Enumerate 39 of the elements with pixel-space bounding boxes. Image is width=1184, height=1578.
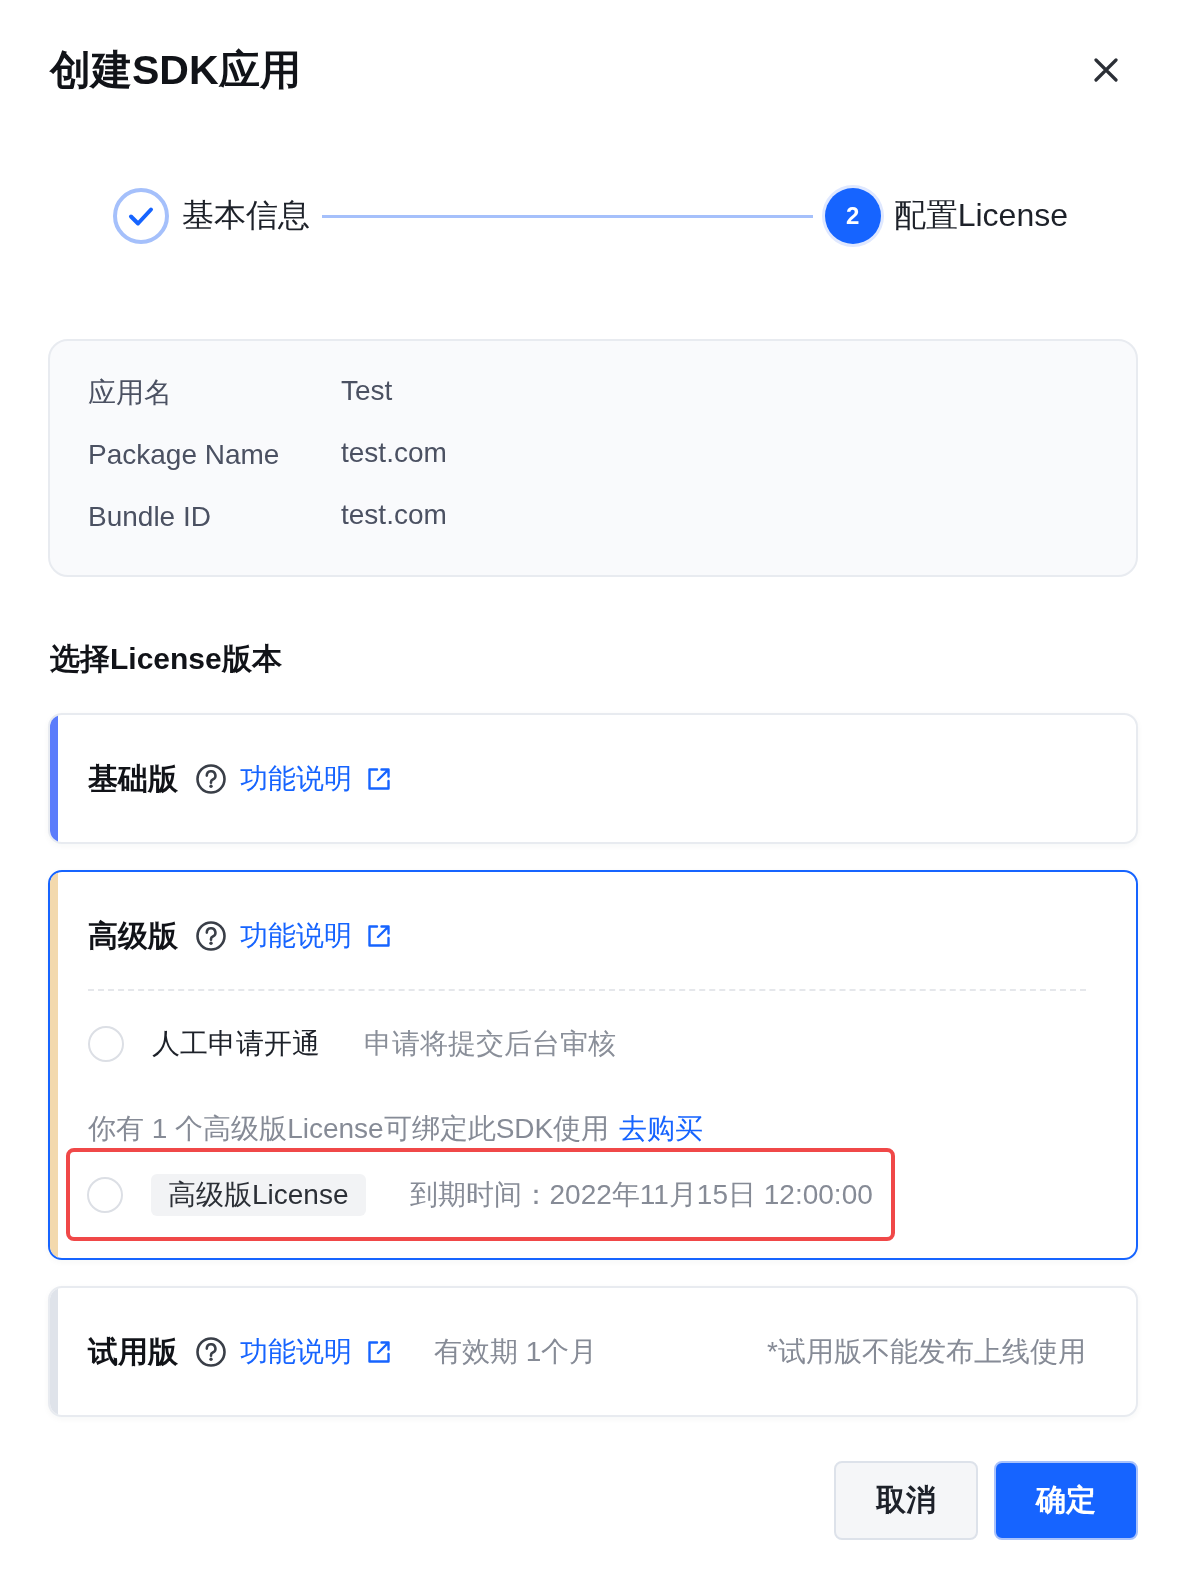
- validity-text: 有效期 1个月: [434, 1335, 598, 1369]
- info-label: Bundle ID: [88, 501, 211, 533]
- option-label: 人工申请开通: [152, 1027, 320, 1061]
- section-title: 选择License版本: [50, 641, 282, 677]
- edition-name: 试用版: [88, 1333, 178, 1370]
- dialog-title: 创建SDK应用: [48, 46, 301, 94]
- info-value: test.com: [341, 498, 447, 531]
- cancel-button[interactable]: 取消: [834, 1461, 978, 1540]
- external-link-icon: [368, 925, 390, 947]
- license-notice: 你有 1 个高级版License可绑定此SDK使用 去购买: [88, 1112, 704, 1146]
- radio-button[interactable]: [88, 1026, 124, 1062]
- expiry-text: 到期时间：2022年11月15日 12:00:00: [409, 1177, 873, 1212]
- edition-name: 高级版: [88, 917, 178, 954]
- edition-card[interactable]: 试用版 功能说明 有效期 1个月 *试用版不能发布上线使用: [48, 1286, 1138, 1417]
- radio-button[interactable]: [87, 1176, 123, 1213]
- step-label: 配置License: [893, 196, 1068, 235]
- option-description: 申请将提交后台审核: [364, 1027, 616, 1061]
- edition-card[interactable]: 基础版 功能说明: [48, 713, 1138, 844]
- info-value: test.com: [341, 436, 447, 469]
- help-icon[interactable]: [196, 921, 226, 951]
- info-label: Package Name: [88, 439, 280, 471]
- edition-card[interactable]: 高级版 功能说明 人工申请开通 申请将提交后台审核 你有 1 个高级版License可绑定此SDK使用 去购买 高级版License 到期时间：2022年11月15日 12:00:00: [48, 870, 1138, 1260]
- step-label: 基本信息: [182, 196, 310, 235]
- info-label: 应用名: [88, 376, 172, 410]
- feature-link[interactable]: 功能说明: [240, 1333, 390, 1371]
- step-number-circle: 2: [824, 188, 881, 244]
- feature-link[interactable]: 功能说明: [240, 917, 390, 955]
- close-button[interactable]: [1094, 58, 1118, 82]
- trial-note: *试用版不能发布上线使用: [767, 1335, 1086, 1369]
- buy-link[interactable]: 去购买: [619, 1113, 704, 1144]
- edition-name: 基础版: [88, 760, 178, 797]
- info-value: Test: [341, 374, 393, 407]
- confirm-button[interactable]: 确定: [994, 1461, 1138, 1540]
- help-icon[interactable]: [196, 764, 226, 794]
- external-link-icon: [368, 1341, 390, 1363]
- feature-link[interactable]: 功能说明: [240, 760, 390, 798]
- external-link-icon: [368, 768, 390, 790]
- license-tag: 高级版License: [151, 1173, 366, 1216]
- help-icon[interactable]: [196, 1337, 226, 1367]
